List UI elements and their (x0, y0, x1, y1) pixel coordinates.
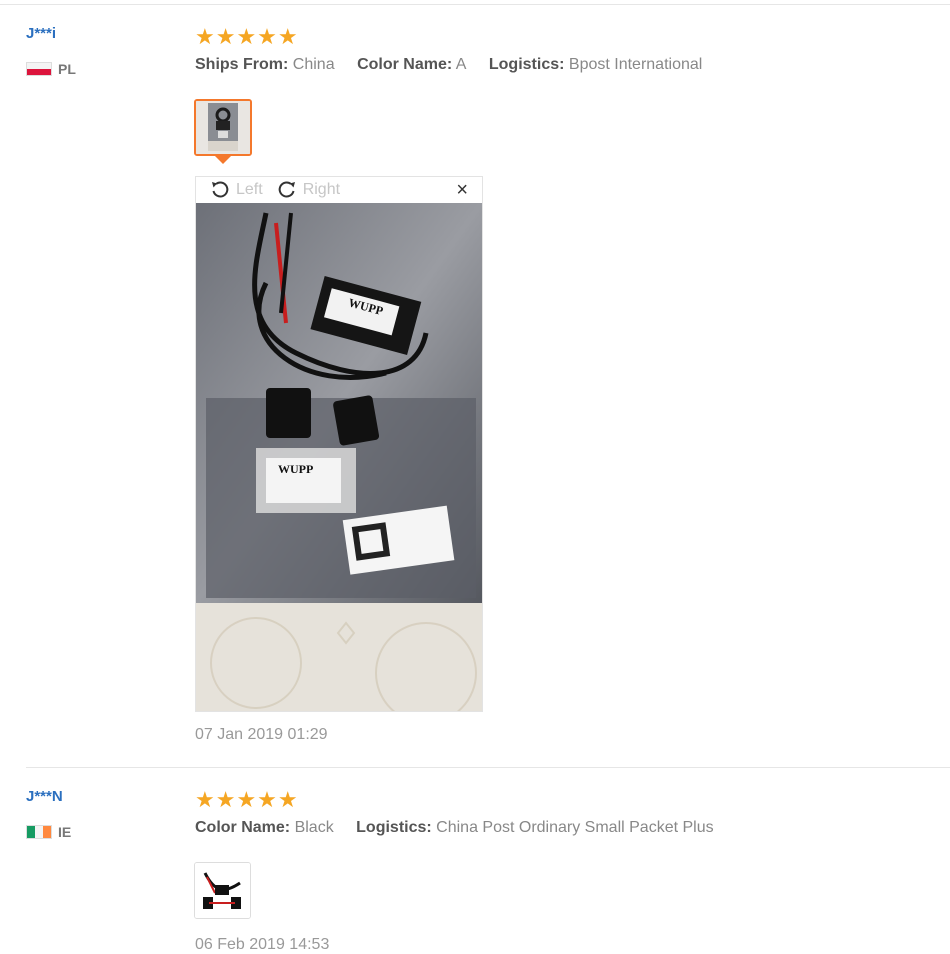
reviewer-country: PL (26, 61, 76, 77)
viewer-toolbar: Left Right × (196, 177, 482, 203)
photo-thumbnail-image (195, 863, 250, 918)
review-photo-thumbnail[interactable] (194, 99, 252, 156)
rotate-left-icon (212, 181, 229, 198)
rotate-right-label: Right (302, 181, 341, 198)
meta-color-name: Color Name: Black (195, 819, 334, 836)
star-rating: ★★★★★ (195, 787, 299, 812)
module-brand-label-2: WUPP (278, 462, 313, 476)
review-date: 07 Jan 2019 01:29 (195, 726, 328, 743)
reviewer-name: J***N (26, 788, 63, 805)
rotate-left-button[interactable]: Left (210, 180, 263, 200)
active-thumbnail-caret (215, 156, 231, 164)
review-divider (26, 767, 950, 768)
review-meta: Color Name: Black Logistics: China Post … (195, 819, 732, 837)
rotate-right-icon (278, 181, 295, 198)
top-divider (0, 4, 950, 5)
rotate-right-button[interactable]: Right (277, 180, 340, 200)
reviewer-country: IE (26, 824, 71, 840)
rotate-left-label: Left (236, 181, 263, 198)
country-code: PL (58, 61, 76, 77)
product-photo-image: WUPP WUPP (196, 203, 482, 711)
review-meta: Ships From: China Color Name: A Logistic… (195, 56, 720, 74)
photo-viewer: Left Right × WUPP WUPP (195, 176, 483, 712)
review-photo: WUPP WUPP (196, 203, 482, 711)
star-rating: ★★★★★ (195, 24, 299, 49)
meta-logistics: Logistics: China Post Ordinary Small Pac… (356, 819, 714, 836)
poland-flag-icon (26, 62, 52, 76)
ireland-flag-icon (26, 825, 52, 839)
country-code: IE (58, 824, 72, 840)
review-photo-thumbnail[interactable] (194, 862, 251, 919)
meta-color-name: Color Name: A (357, 56, 467, 73)
meta-logistics: Logistics: Bpost International (488, 56, 703, 73)
close-viewer-button[interactable]: × (456, 179, 468, 202)
photo-thumbnail-image (196, 101, 250, 154)
meta-ships-from: Ships From: China (195, 56, 335, 73)
reviewer-name: J***i (26, 25, 57, 42)
review-date: 06 Feb 2019 14:53 (195, 936, 330, 953)
